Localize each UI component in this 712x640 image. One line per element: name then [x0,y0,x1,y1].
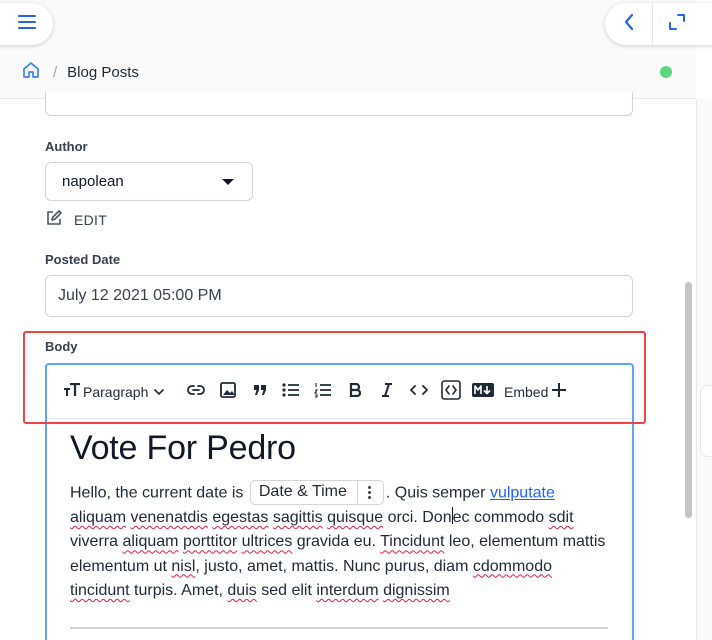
text-run: ec commodo [452,509,549,527]
edit-label: EDIT [74,212,108,228]
misspelled-word: sagittis [272,509,323,527]
text-size-icon [63,382,81,402]
misspelled-word: aliquam [70,509,127,527]
misspelled-word: dignissim [383,581,450,599]
quote-button[interactable] [249,381,271,403]
text-run: gravida eu. [292,533,381,551]
expand-button[interactable] [653,3,700,45]
misspelled-word: quisque [327,509,384,527]
paragraph-style-label: Paragraph [83,384,149,400]
previous-field-input[interactable] [45,92,633,116]
header-actions [605,3,712,45]
author-edit-button[interactable]: EDIT [45,209,107,231]
numbered-list-icon [313,382,332,403]
breadcrumb-separator: / [53,63,58,81]
breadcrumb: / Blog Posts [21,61,139,83]
image-icon [220,381,236,403]
text-run: turpis. Amet, [129,581,228,599]
posted-date-label: Posted Date [45,252,121,267]
scrollbar-thumb[interactable] [685,282,692,518]
embed-label: Embed [504,384,549,400]
link-button[interactable] [185,381,207,403]
posted-date-input[interactable]: July 12 2021 05:00 PM [45,275,633,317]
markdown-icon [472,382,494,402]
expand-icon [668,13,686,36]
code-block-icon [441,379,461,405]
misspelled-word: duis [227,581,257,599]
bulleted-list-button[interactable] [280,381,302,403]
date-time-chip[interactable]: Date & Time [249,480,384,505]
caret-down-icon [222,178,234,185]
author-select[interactable]: napolean [45,162,253,201]
rich-text-editor[interactable]: Paragraph Embed Vote For Pedro Hello, th… [45,363,634,640]
text-run: sed elit [256,581,317,599]
paragraph-style-dropdown[interactable]: Paragraph [63,381,165,403]
author-select-value: napolean [62,173,124,190]
bold-button[interactable] [344,381,366,403]
editor-toolbar: Paragraph Embed [47,365,632,419]
kebab-menu-icon[interactable] [364,486,376,499]
plus-icon [552,382,567,402]
inline-link[interactable]: vulputate [490,485,555,502]
side-rail [696,99,712,640]
code-block-button[interactable] [440,379,462,405]
editor-content[interactable]: Vote For Pedro Hello, the current date i… [70,427,614,630]
quote-icon [253,383,267,401]
page-header: / Blog Posts [0,0,712,99]
document-paragraph: Hello, the current date is Date & Time . … [70,480,614,603]
misspelled-word: cdommodo [472,557,552,575]
code-button[interactable] [408,381,430,403]
misspelled-word: sdit [548,509,574,527]
misspelled-word: egestas [212,509,269,527]
bold-icon [349,382,362,402]
menu-button[interactable] [0,3,53,45]
misspelled-word: Tincidunt [380,533,445,551]
back-button[interactable] [605,3,652,45]
misspelled-word: porttitor [182,533,238,551]
text-run: , justo, amet, mattis. Nunc purus, diam [195,557,473,575]
chip-divider [356,480,358,505]
misspelled-word: aliquam [122,533,179,551]
side-panel-tab[interactable] [700,385,712,457]
code-icon [410,383,428,401]
text-run: viverra [70,533,123,551]
bulleted-list-icon [282,382,300,402]
markdown-button[interactable] [472,381,494,403]
pencil-square-icon [45,209,63,232]
image-button[interactable] [217,381,239,403]
italic-button[interactable] [376,381,398,403]
breadcrumb-current[interactable]: Blog Posts [67,64,139,81]
text-run: Hello, the current date is [70,484,248,502]
chevron-down-icon [154,383,165,401]
status-indicator [660,66,672,78]
horizontal-rule [70,627,608,630]
misspelled-word: interdum [316,581,379,599]
misspelled-word: venenatdis [130,509,208,527]
author-label: Author [45,139,88,154]
chip-label: Date & Time [258,483,347,501]
misspelled-word: nisl [171,557,196,575]
text-run: orci. Don [383,509,452,527]
misspelled-word: tincidunt [70,581,130,599]
link-icon [187,383,205,401]
document-heading: Vote For Pedro [70,429,296,467]
body-label: Body [45,339,78,354]
chevron-left-icon [623,13,635,36]
home-icon[interactable] [21,60,41,85]
text-run: . Quis semper [385,484,490,502]
italic-icon [381,382,393,402]
misspelled-word: ultrices [241,533,293,551]
hamburger-icon [17,14,36,34]
numbered-list-button[interactable] [312,381,334,403]
embed-button[interactable]: Embed [504,381,567,403]
